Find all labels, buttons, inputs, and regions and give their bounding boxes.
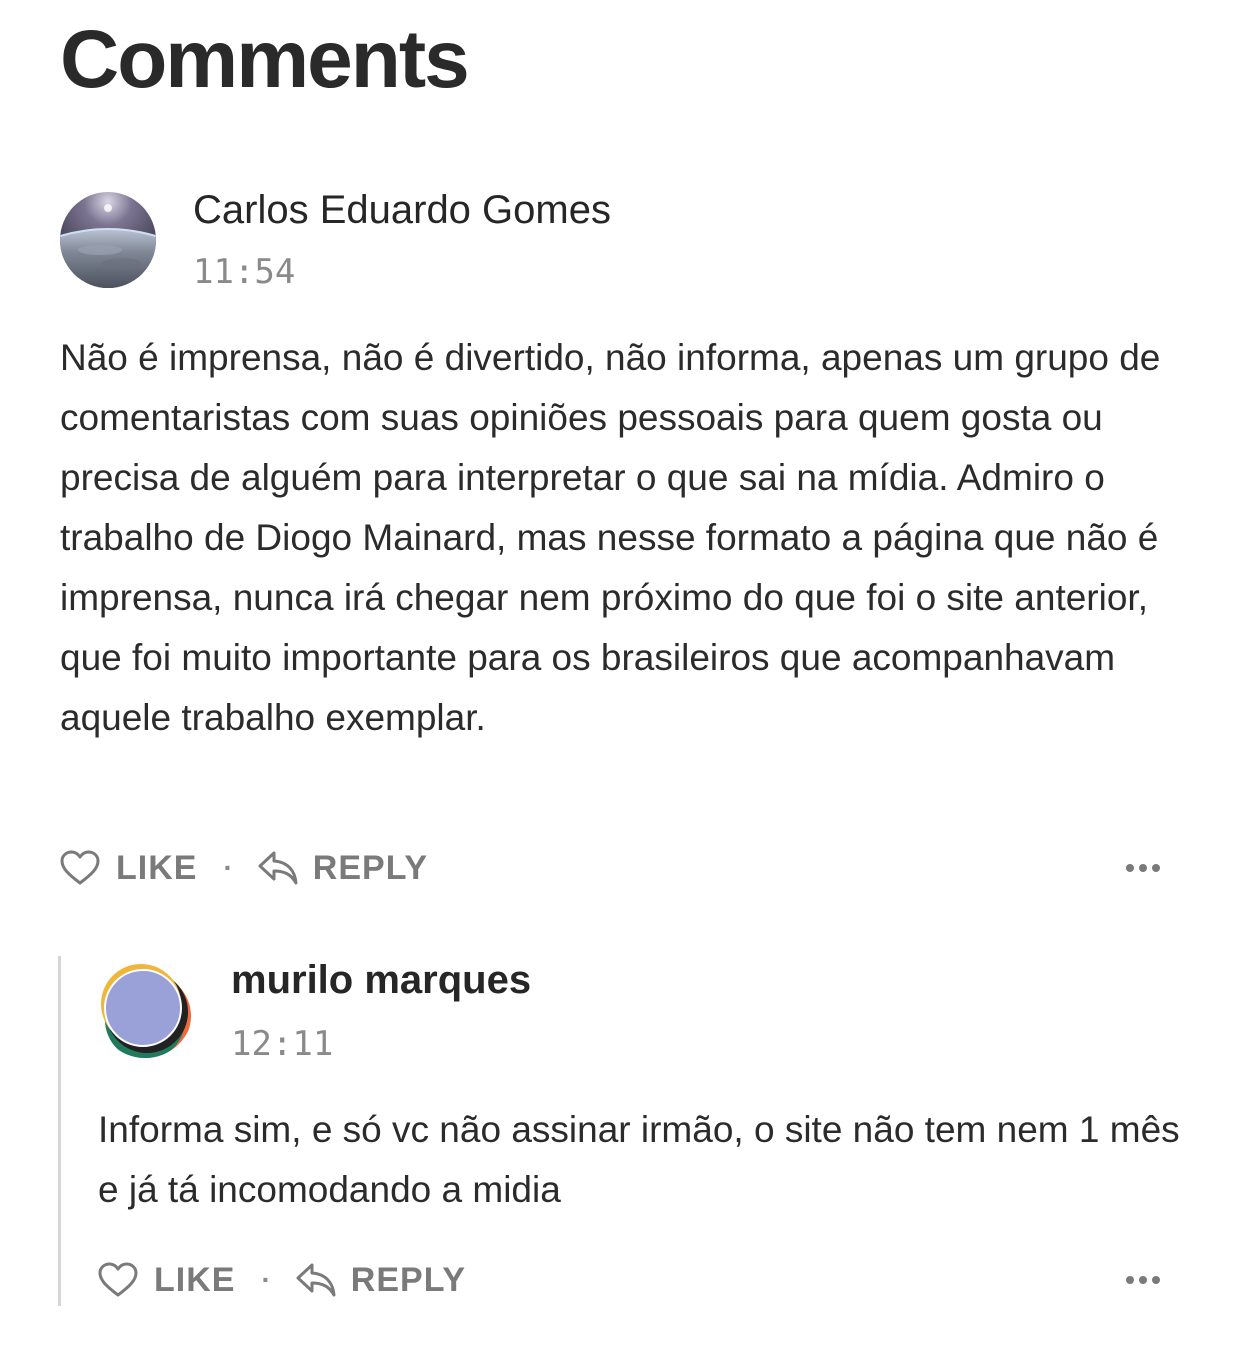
- layered-circles-avatar: [101, 964, 191, 1058]
- comment-author[interactable]: murilo marques: [231, 958, 531, 1003]
- reply-label: REPLY: [350, 1260, 467, 1299]
- comment-actions: LIKE · REPLY: [60, 846, 1160, 890]
- action-separator: ·: [223, 852, 233, 883]
- page-title: Comments: [60, 14, 470, 105]
- more-dots-icon: [1152, 864, 1160, 872]
- reply-label: REPLY: [312, 848, 429, 887]
- comment-body: Não é imprensa, não é divertido, não inf…: [60, 337, 1161, 738]
- avatar[interactable]: [60, 192, 156, 288]
- more-dots-icon: [1139, 1276, 1147, 1284]
- like-button[interactable]: LIKE: [60, 849, 197, 888]
- reply-button[interactable]: REPLY: [295, 1261, 466, 1300]
- more-dots-icon: [1139, 864, 1147, 872]
- reply-button[interactable]: REPLY: [257, 849, 428, 888]
- heart-icon: [60, 850, 100, 886]
- heart-icon: [98, 1262, 138, 1298]
- action-separator: ·: [261, 1264, 271, 1295]
- more-dots-icon: [1126, 1276, 1134, 1284]
- comment-actions: LIKE · REPLY: [98, 1258, 1160, 1302]
- more-dots-icon: [1152, 1276, 1160, 1284]
- comment-timestamp: 11:54: [193, 252, 296, 292]
- reply-arrow-icon: [295, 1262, 337, 1298]
- reply-comment: murilo marques 12:11 Informa sim, e só v…: [58, 956, 1183, 1306]
- more-options-button[interactable]: [1121, 1272, 1160, 1288]
- avatar[interactable]: [97, 962, 193, 1058]
- like-button[interactable]: LIKE: [98, 1261, 235, 1300]
- comment-body: Informa sim, e só vc não assinar irmão, …: [98, 1109, 1180, 1210]
- more-options-button[interactable]: [1121, 860, 1160, 876]
- like-label: LIKE: [154, 1260, 236, 1299]
- earth-horizon-photo: [60, 192, 156, 288]
- reply-arrow-icon: [257, 850, 299, 886]
- more-dots-icon: [1126, 864, 1134, 872]
- comment-author[interactable]: Carlos Eduardo Gomes: [193, 188, 611, 233]
- like-label: LIKE: [116, 848, 198, 887]
- comment-timestamp: 12:11: [231, 1024, 334, 1064]
